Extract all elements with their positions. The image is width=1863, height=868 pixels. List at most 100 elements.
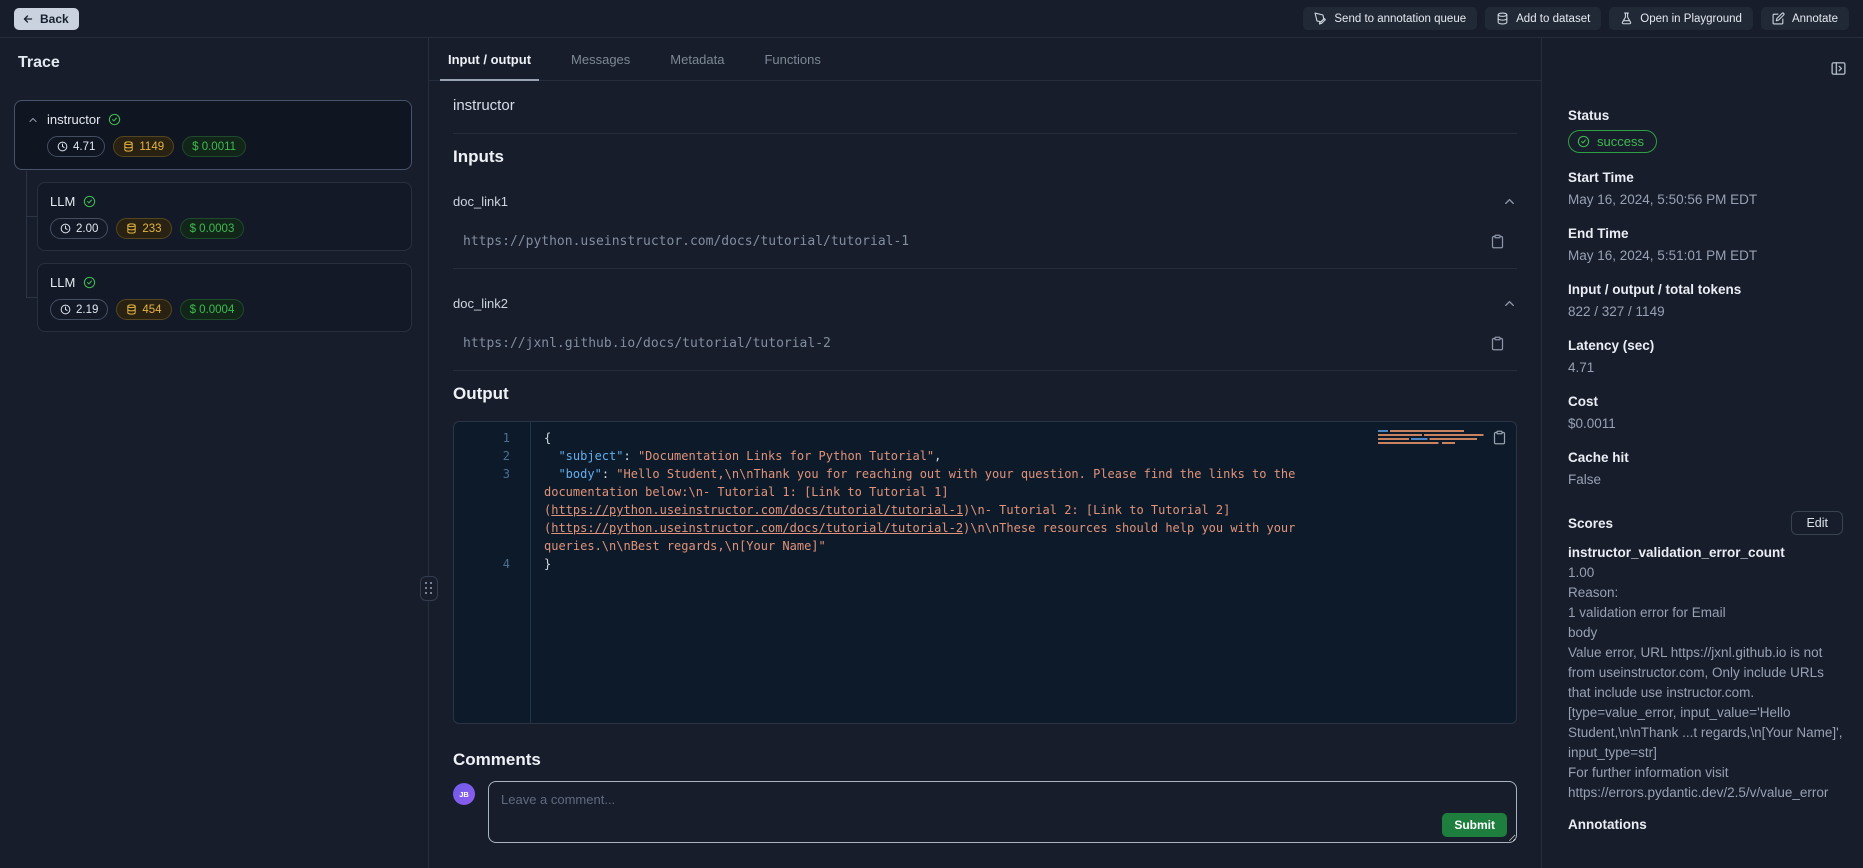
user-avatar: JB [453,783,475,805]
tokens-badge: 454 [116,299,171,320]
details-sidebar: Status success Start Time May 16, 2024, … [1541,38,1863,868]
tokens-label: Input / output / total tokens [1568,282,1843,297]
collapse-section-button[interactable] [1502,296,1517,311]
trace-tree-panel: Trace instructor 4.71 1149 $ 0.0011 LLM … [0,38,429,868]
submit-comment-button[interactable]: Submit [1442,813,1507,837]
annotate-button[interactable]: Annotate [1761,7,1849,30]
score-detail: 1.00 Reason: 1 validation error for Emai… [1568,563,1843,803]
flask-icon [1620,12,1633,25]
tab-input-output[interactable]: Input / output [446,38,533,80]
status-value: success [1597,134,1644,149]
copy-button[interactable] [1490,336,1505,351]
divider [453,268,1517,269]
output-code-block: 1 { 2 "subject": "Documentation Links fo… [453,421,1517,724]
latency-value: 4.71 [1568,358,1843,377]
success-check-icon [83,195,96,208]
collapse-section-button[interactable] [1502,194,1517,209]
line-number: 2 [454,447,530,465]
divider [453,370,1517,371]
button-label: Add to dataset [1516,13,1590,25]
database-icon [1496,12,1509,25]
top-toolbar: Back Send to annotation queue Add to dat… [0,0,1863,38]
cost-badge: $ 0.0004 [180,299,245,320]
tab-bar: Input / output Messages Metadata Functio… [429,38,1541,81]
clock-icon [60,304,71,315]
tokens-badge: 1149 [113,136,174,157]
start-time-value: May 16, 2024, 5:50:56 PM EDT [1568,190,1843,209]
score-name: instructor_validation_error_count [1568,545,1843,560]
status-label: Status [1568,108,1843,123]
end-time-label: End Time [1568,226,1843,241]
clock-icon [57,141,68,152]
code-line: 1 { [454,429,1516,447]
edit-scores-button[interactable]: Edit [1791,511,1843,535]
status-badge: success [1568,130,1657,153]
copy-button[interactable] [1490,234,1505,249]
cost-badge: $ 0.0011 [182,136,246,157]
latency-badge: 4.71 [47,136,105,157]
send-to-annotation-queue-button[interactable]: Send to annotation queue [1303,7,1477,30]
collapse-sidebar-button[interactable] [1830,60,1847,77]
annotations-heading: Annotations [1568,817,1843,832]
panel-collapse-icon [1830,60,1847,77]
input-key-doc-link2: doc_link2 [453,296,508,311]
end-time-value: May 16, 2024, 5:51:01 PM EDT [1568,246,1843,265]
comment-input[interactable] [488,781,1517,843]
gutter-divider [530,422,531,723]
cost-badge: $ 0.0003 [180,218,245,239]
toolbar-actions: Send to annotation queue Add to dataset … [1303,7,1849,30]
cache-hit-value: False [1568,470,1843,489]
chevron-up-icon[interactable] [27,114,39,126]
latency-label: Latency (sec) [1568,338,1843,353]
success-check-icon [108,113,121,126]
comments-heading: Comments [453,750,1517,770]
clock-icon [60,223,71,234]
success-check-icon [83,276,96,289]
start-time-label: Start Time [1568,170,1843,185]
add-to-dataset-button[interactable]: Add to dataset [1485,7,1601,30]
tab-metadata[interactable]: Metadata [668,38,726,80]
node-label: LLM [50,194,75,209]
button-label: Annotate [1792,13,1838,25]
trace-node-instructor[interactable]: instructor 4.71 1149 $ 0.0011 [14,100,412,170]
tokens-badge: 233 [116,218,171,239]
clipboard-icon [1492,430,1507,445]
clipboard-icon [1490,234,1505,249]
cost-value: $0.0011 [1568,414,1843,433]
trace-node-llm-1[interactable]: LLM 2.00 233 $ 0.0003 [37,182,412,251]
copy-output-button[interactable] [1492,430,1507,445]
scores-label: Scores [1568,516,1613,531]
open-in-playground-button[interactable]: Open in Playground [1609,7,1753,30]
divider [453,133,1517,134]
chevron-up-icon [1502,194,1517,209]
code-line: 2 "subject": "Documentation Links for Py… [454,447,1516,465]
tokens-value: 822 / 327 / 1149 [1568,302,1843,321]
node-label: LLM [50,275,75,290]
node-label: instructor [47,112,100,127]
pen-icon [1314,12,1327,25]
output-heading: Output [453,384,1517,404]
trace-node-llm-2[interactable]: LLM 2.19 454 $ 0.0004 [37,263,412,332]
database-icon [126,304,137,315]
tree-connector [26,297,37,298]
tutorial-2-link[interactable]: https://python.useinstructor.com/docs/tu… [551,521,963,535]
clipboard-icon [1490,336,1505,351]
panel-resize-handle[interactable] [420,576,438,601]
tab-functions[interactable]: Functions [762,38,822,80]
input-key-doc-link1: doc_link1 [453,194,508,209]
grip-dots-icon [425,582,433,595]
tab-messages[interactable]: Messages [569,38,632,80]
cache-hit-label: Cache hit [1568,450,1843,465]
main-content: Input / output Messages Metadata Functio… [429,38,1541,868]
latency-badge: 2.00 [50,218,108,239]
code-line: 4 } [454,555,1516,573]
back-button[interactable]: Back [14,8,79,30]
chevron-up-icon [1502,296,1517,311]
tree-connector [26,216,37,217]
arrow-left-icon [22,13,34,25]
io-tab-content: instructor Inputs doc_link1 https://pyth… [429,97,1541,848]
database-icon [126,223,137,234]
button-label: Open in Playground [1640,13,1742,25]
input-value-doc-link2: https://jxnl.github.io/docs/tutorial/tut… [453,336,831,351]
tutorial-1-link[interactable]: https://python.useinstructor.com/docs/tu… [551,503,963,517]
